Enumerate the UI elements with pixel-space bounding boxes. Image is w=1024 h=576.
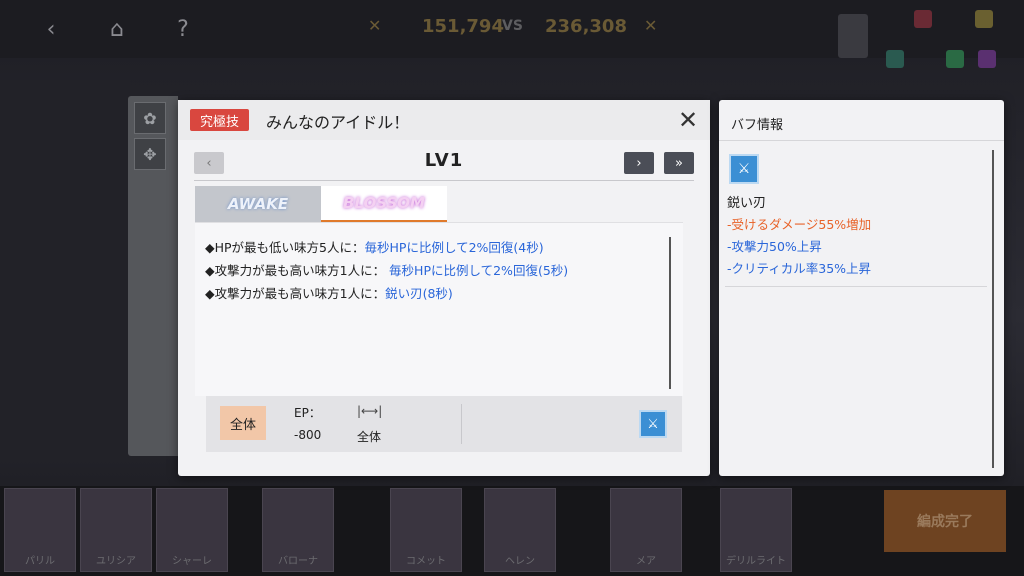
- dialog-header: 究極技 みんなのアイドル！ ✕: [178, 100, 710, 140]
- effect-target: ◆攻撃力が最も高い味方1人に：: [205, 286, 386, 301]
- ep-label: EP：: [294, 406, 321, 420]
- effect-target: ◆攻撃力が最も高い味方1人に：: [205, 263, 390, 278]
- roster-card[interactable]: コメット: [390, 488, 462, 572]
- tab-awake[interactable]: AWAKE: [195, 186, 321, 222]
- effect-detail[interactable]: 鋭い刃(8秒): [385, 286, 453, 301]
- roster-name: メア: [636, 556, 656, 567]
- roster-card[interactable]: パリル: [4, 488, 76, 572]
- divider: [719, 140, 1004, 141]
- roster-name: ヘレン: [505, 556, 535, 567]
- character-roster: パリル ユリシア シャーレ バローナ コメット ヘレン メア デリルライト: [0, 486, 1024, 576]
- divider: [461, 404, 462, 444]
- tab-blossom[interactable]: BLOSSOM: [321, 186, 447, 222]
- home-icon[interactable]: ⌂: [98, 10, 136, 48]
- roster-card[interactable]: シャーレ: [156, 488, 228, 572]
- back-arrow-icon[interactable]: ‹: [32, 10, 70, 48]
- divider: [725, 286, 987, 287]
- skill-emblem-icon[interactable]: ✿: [134, 102, 166, 134]
- max-level-button[interactable]: »: [664, 152, 694, 174]
- roster-name: デリルライト: [726, 556, 786, 567]
- roster-card[interactable]: ユリシア: [80, 488, 152, 572]
- skill-title: みんなのアイドル！: [266, 113, 410, 132]
- help-icon[interactable]: ?: [164, 10, 202, 48]
- roster-name: シャーレ: [172, 556, 212, 567]
- team-node-icon: [886, 50, 904, 68]
- team-node-icon: [946, 50, 964, 68]
- skill-dialog: 究極技 みんなのアイドル！ ✕ ‹ LV1 › » AWAKE BLOSSOM …: [178, 100, 710, 476]
- move-arrows-icon[interactable]: ✥: [134, 138, 166, 170]
- effect-detail: 毎秒HPに比例して2%回復(5秒): [389, 263, 569, 278]
- formation-minimap: [830, 8, 1020, 72]
- skill-info-bar: 全体 EP： -800 |⟷| 全体 ⚔: [206, 396, 682, 452]
- side-tool-strip: ✿ ✥: [128, 96, 178, 456]
- scrollbar[interactable]: [992, 150, 994, 468]
- skill-effect-line: ◆攻撃力が最も高い味方1人に：鋭い刃(8秒): [205, 283, 453, 302]
- scrollbar[interactable]: [669, 237, 671, 389]
- roster-name: パリル: [25, 556, 55, 567]
- roster-name: ユリシア: [96, 556, 136, 567]
- buff-effect: -受けるダメージ55%増加: [727, 217, 872, 232]
- buff-name: 鋭い刃: [727, 196, 767, 211]
- skill-type-badge: 究極技: [190, 109, 250, 131]
- roster-name: コメット: [406, 556, 446, 567]
- range-value: 全体: [357, 430, 382, 444]
- ep-value: -800: [294, 428, 322, 442]
- skill-description-box: ◆HPが最も低い味方5人に：毎秒HPに比例して2%回復(4秒) ◆攻撃力が最も高…: [195, 222, 683, 396]
- team-node-icon: [975, 10, 993, 28]
- buff-effect: -クリティカル率35%上昇: [727, 261, 872, 276]
- buff-sharp-blade-icon: ⚔: [729, 154, 759, 184]
- roster-card[interactable]: バローナ: [262, 488, 334, 572]
- sub-banner: [390, 60, 620, 82]
- roster-card[interactable]: デリルライト: [720, 488, 792, 572]
- buff-sharp-blade-icon[interactable]: ⚔: [639, 410, 667, 438]
- effect-target: ◆HPが最も低い味方5人に：: [205, 240, 365, 255]
- team-node-icon: [978, 50, 996, 68]
- crossed-swords-icon: ✕: [368, 16, 382, 35]
- buff-panel-title: バフ情報: [731, 118, 784, 133]
- skill-effect-line: ◆攻撃力が最も高い味方1人に： 毎秒HPに比例して2%回復(5秒): [205, 260, 568, 279]
- roster-name: バローナ: [278, 556, 318, 567]
- crossed-swords-icon: ✕: [644, 16, 658, 35]
- character-detail-panel: [0, 80, 130, 460]
- target-range-chip: 全体: [220, 406, 266, 440]
- range-arrows-icon: |⟷|: [357, 404, 383, 418]
- score-right: 236,308: [545, 16, 627, 37]
- divider: [194, 180, 694, 181]
- confirm-formation-button[interactable]: 編成完了: [884, 490, 1006, 552]
- vs-label: VS: [502, 18, 523, 34]
- skill-effect-line: ◆HPが最も低い味方5人に：毎秒HPに比例して2%回復(4秒): [205, 237, 544, 256]
- team-node-icon: [914, 10, 932, 28]
- effect-detail: 毎秒HPに比例して2%回復(4秒): [364, 240, 544, 255]
- close-icon[interactable]: ✕: [674, 106, 702, 134]
- buff-info-panel: バフ情報 ⚔ 鋭い刃 -受けるダメージ55%増加 -攻撃力50%上昇 -クリティ…: [719, 100, 1004, 476]
- roster-card[interactable]: ヘレン: [484, 488, 556, 572]
- next-level-button[interactable]: ›: [624, 152, 654, 174]
- vs-emblem-icon: [838, 14, 868, 58]
- roster-card[interactable]: メア: [610, 488, 682, 572]
- top-bar: ‹ ⌂ ? ✕ 151,794 VS 236,308 ✕: [0, 0, 1024, 68]
- score-left: 151,794: [422, 16, 504, 37]
- buff-effect: -攻撃力50%上昇: [727, 239, 822, 254]
